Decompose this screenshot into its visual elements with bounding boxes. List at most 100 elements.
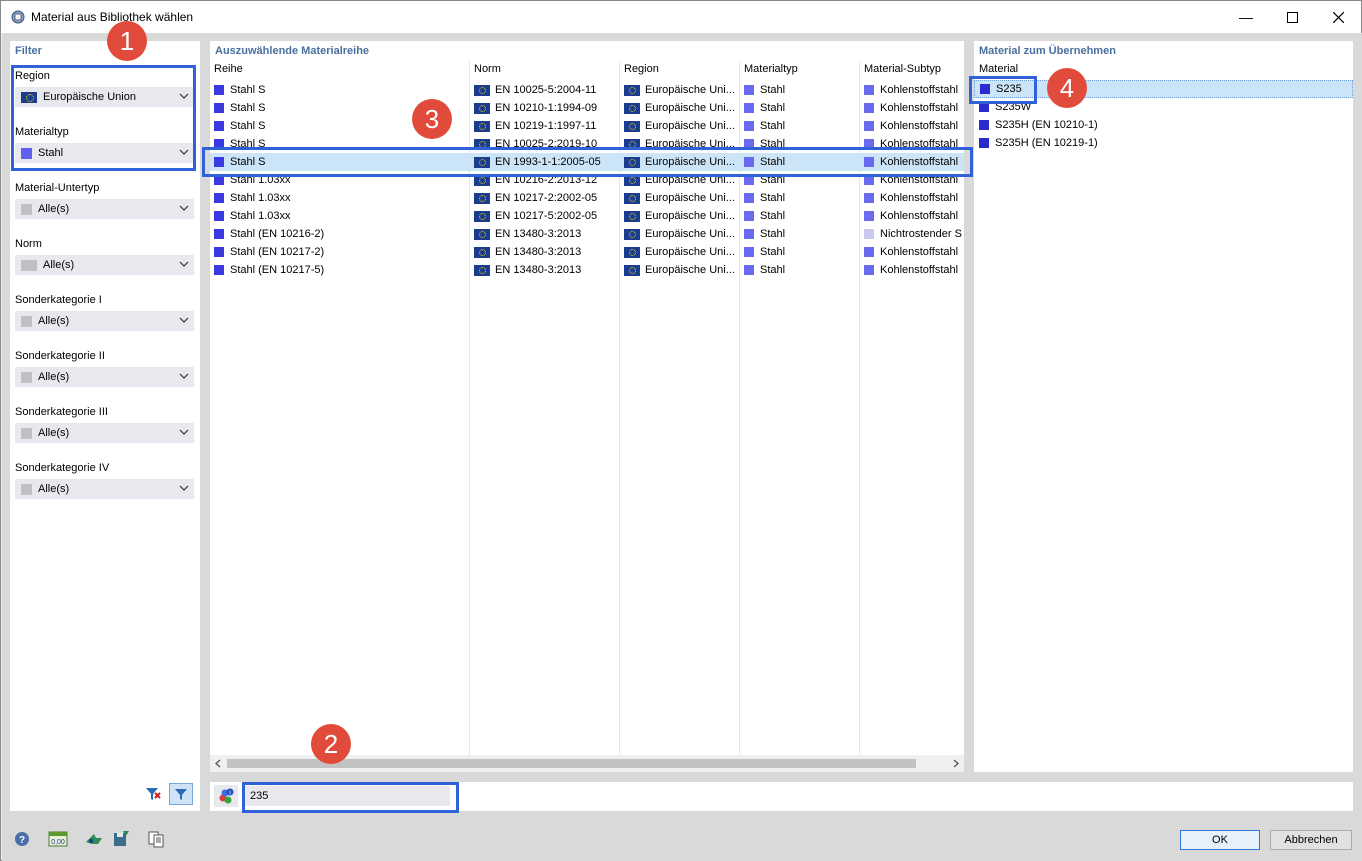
material-name: S235H (EN 10210-1) (995, 119, 1098, 131)
close-button[interactable] (1315, 1, 1361, 33)
table-row[interactable]: Stahl S EN 10219-1:1997-11 Europäische Uni… (210, 117, 964, 135)
eu-flag-icon (474, 210, 490, 222)
cell-text: Kohlenstoffstahl (880, 120, 959, 132)
table-cell: Stahl (744, 261, 854, 279)
clear-filter-button[interactable] (141, 783, 165, 805)
cell-text: Stahl S (230, 120, 266, 132)
material-name: S235H (EN 10219-1) (995, 137, 1098, 149)
load-button[interactable] (82, 828, 106, 850)
annotation-badge-4: 4 (1047, 68, 1087, 108)
color-swatch-icon (744, 265, 754, 275)
col-header-subtyp[interactable]: Material-Subtyp (864, 63, 941, 75)
maximize-button[interactable] (1269, 1, 1315, 33)
materials-title: Material zum Übernehmen (979, 45, 1116, 57)
table-row[interactable]: Stahl 1.03xx EN 10217-2:2002-05 Europäisch… (210, 189, 964, 207)
cell-text: EN 13480-3:2013 (495, 246, 582, 258)
norm-combo[interactable]: Alle(s) (15, 255, 194, 275)
table-cell: Stahl (744, 99, 854, 117)
eu-flag-icon (474, 192, 490, 204)
cell-text: Stahl 1.03xx (230, 210, 291, 222)
table-row[interactable]: Stahl (EN 10216-2) EN 13480-3:2013 Europäi… (210, 225, 964, 243)
svg-text:?: ? (19, 835, 25, 846)
dialog-window: Material aus Bibliothek wählen — Filter … (0, 0, 1362, 861)
table-row[interactable]: Stahl 1.03xx EN 10217-5:2002-05 Europäisch… (210, 207, 964, 225)
sk4-combo[interactable]: Alle(s) (15, 479, 194, 499)
help-button[interactable]: ? (10, 828, 34, 850)
table-cell: Stahl (EN 10217-2) (214, 243, 464, 261)
list-item[interactable]: S235H (EN 10219-1) (974, 134, 1353, 152)
col-header-materialtyp[interactable]: Materialtyp (744, 63, 798, 75)
scroll-left-icon[interactable] (214, 759, 222, 768)
cell-text: Stahl (760, 210, 786, 222)
cell-text: Europäische Uni... (645, 84, 734, 96)
color-swatch-icon (744, 247, 754, 257)
color-swatch-icon (744, 85, 754, 95)
cell-text: Kohlenstoffstahl (880, 264, 959, 276)
table-cell: Stahl (744, 207, 854, 225)
list-item[interactable]: S235H (EN 10210-1) (974, 116, 1353, 134)
color-swatch-icon (214, 265, 224, 275)
cell-text: Stahl (EN 10217-5) (230, 264, 325, 276)
material-library-icon (11, 10, 25, 24)
cell-text: Stahl S (230, 102, 266, 114)
sk1-value: Alle(s) (38, 315, 70, 327)
arrow-load-icon (86, 834, 102, 844)
apply-filter-button[interactable] (169, 783, 193, 805)
cell-text: Kohlenstoffstahl (880, 84, 959, 96)
cancel-button[interactable]: Abbrechen (1270, 830, 1352, 850)
cell-text: Stahl (EN 10217-2) (230, 246, 325, 258)
series-title: Auszuwählende Materialreihe (215, 45, 370, 57)
table-cell: Kohlenstoffstahl (864, 189, 964, 207)
sk1-combo[interactable]: Alle(s) (15, 311, 194, 331)
library-button[interactable] (144, 828, 168, 850)
cell-text: Stahl (EN 10216-2) (230, 228, 325, 240)
material-info-button[interactable]: i (214, 785, 238, 807)
svg-text:i: i (229, 791, 230, 797)
highlight-selected-material (969, 76, 1037, 104)
sk4-label: Sonderkategorie IV (15, 462, 110, 474)
chevron-down-icon (179, 429, 189, 435)
table-cell: Stahl (744, 225, 854, 243)
minimize-button[interactable]: — (1223, 1, 1269, 33)
cell-text: EN 13480-3:2013 (495, 228, 582, 240)
svg-text:0,00: 0,00 (51, 839, 65, 846)
table-cell: Stahl 1.03xx (214, 207, 464, 225)
table-row[interactable]: Stahl (EN 10217-2) EN 13480-3:2013 Europäi… (210, 243, 964, 261)
color-swatch-icon (864, 211, 874, 221)
table-cell: Stahl 1.03xx (214, 189, 464, 207)
untertyp-combo[interactable]: Alle(s) (15, 199, 194, 219)
cell-text: Stahl (760, 228, 786, 240)
table-cell: Stahl (EN 10216-2) (214, 225, 464, 243)
col-header-reihe[interactable]: Reihe (214, 63, 243, 75)
table-cell: Europäische Uni... (624, 189, 734, 207)
table-cell: Stahl (744, 81, 854, 99)
ok-label: OK (1212, 834, 1228, 846)
color-swatch-icon (214, 85, 224, 95)
save-button[interactable] (109, 828, 133, 850)
col-header-region[interactable]: Region (624, 63, 659, 75)
cell-text: EN 10210-1:1994-09 (495, 102, 598, 114)
sk3-combo[interactable]: Alle(s) (15, 423, 194, 443)
cell-text: EN 10217-2:2002-05 (495, 192, 598, 204)
ok-button[interactable]: OK (1180, 830, 1260, 850)
eu-flag-icon (474, 120, 490, 132)
chevron-down-icon (179, 485, 189, 491)
color-swatch-icon (214, 103, 224, 113)
gray-swatch-icon (21, 315, 32, 327)
table-cell: Kohlenstoffstahl (864, 261, 964, 279)
scroll-right-icon[interactable] (952, 759, 960, 768)
color-swatch-icon (864, 85, 874, 95)
col-header-norm[interactable]: Norm (474, 63, 501, 75)
col-header-material[interactable]: Material (979, 63, 1018, 75)
maximize-icon (1286, 11, 1298, 23)
table-row[interactable]: Stahl (EN 10217-5) EN 13480-3:2013 Europäi… (210, 261, 964, 279)
table-row[interactable]: Stahl S EN 10025-5:2004-11 Europäische Uni… (210, 81, 964, 99)
color-swatch-icon (864, 265, 874, 275)
eu-flag-icon (474, 246, 490, 258)
sk2-combo[interactable]: Alle(s) (15, 367, 194, 387)
table-cell: Kohlenstoffstahl (864, 243, 964, 261)
table-row[interactable]: Stahl S EN 10210-1:1994-09 Europäische Uni… (210, 99, 964, 117)
color-swatch-icon (744, 211, 754, 221)
color-swatch-icon (214, 193, 224, 203)
units-button[interactable]: 0,00 (46, 828, 70, 850)
